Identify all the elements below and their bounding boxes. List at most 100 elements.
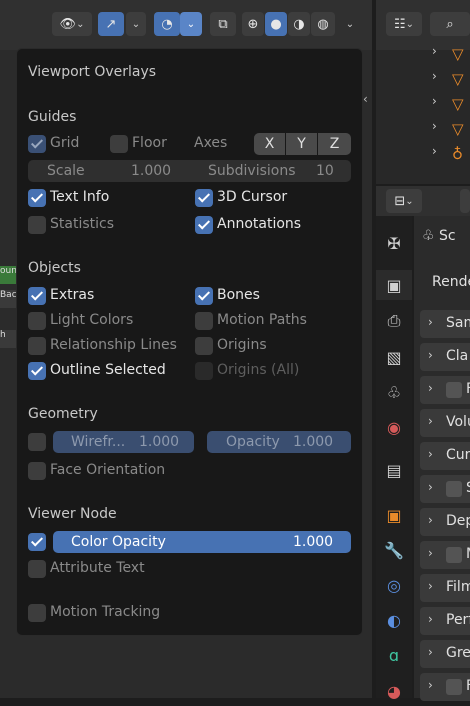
shading-dropdown[interactable]: ⌄ (340, 12, 360, 36)
rendered-shading-button[interactable]: ◍ (311, 12, 335, 36)
outliner-row[interactable]: › ♁ (376, 142, 470, 166)
object-tab-icon[interactable]: ▣ (376, 500, 412, 530)
chevron-right-icon: › (428, 414, 433, 428)
sidebar-toggle-arrow-icon[interactable]: ‹ (363, 92, 368, 106)
physics-tab-icon[interactable]: ◐ (376, 605, 412, 635)
face-orientation-checkbox[interactable] (28, 462, 46, 480)
color-opacity-slider[interactable]: Color Opacity 1.000 (53, 531, 351, 553)
light-colors-checkbox[interactable] (28, 312, 46, 330)
3d-cursor-checkbox[interactable] (195, 189, 213, 207)
panel-header[interactable]: ›Sam (420, 310, 470, 338)
chevron-right-icon: › (428, 612, 433, 626)
chevron-right-icon[interactable]: › (432, 119, 437, 133)
view-layer-tab-icon[interactable]: ▧ (376, 342, 412, 372)
tool-tab-icon[interactable]: ✠ (376, 228, 412, 258)
origins-all-label: Origins (All) (217, 362, 300, 378)
chevron-right-icon[interactable]: › (432, 69, 437, 83)
outliner-row[interactable]: › ▽ (376, 117, 470, 141)
outliner-row[interactable]: › ▽ (376, 42, 470, 66)
world-tab-icon[interactable]: ◉ (376, 412, 412, 442)
scene-tab-icon[interactable]: ♧ (376, 377, 412, 407)
properties-search-field[interactable] (460, 189, 470, 213)
panel-header[interactable]: › Gre (420, 640, 470, 668)
extras-checkbox[interactable] (28, 287, 46, 305)
scene-icon: ♧ (422, 228, 435, 244)
xray-toggle[interactable]: ⧉ (210, 12, 236, 36)
gizmo-toggle[interactable]: ↗ (98, 12, 124, 36)
constraints-tab-icon[interactable]: ɑ (376, 640, 412, 670)
origins-all-checkbox[interactable] (195, 362, 213, 380)
wireframe-shading-button[interactable]: ⊕ (242, 12, 264, 36)
display-mode-dropdown[interactable]: ☷ ⌄ (386, 12, 422, 36)
chevron-right-icon: › (428, 315, 433, 329)
node-fragment-label: Bac (0, 290, 16, 308)
overlays-toggle[interactable]: ◔ (154, 12, 180, 36)
visibility-selectability-button[interactable]: 👁 ⌄ (52, 12, 92, 36)
solid-shading-button[interactable]: ● (265, 12, 287, 36)
panel-header[interactable]: ›S (420, 475, 470, 503)
axis-z-toggle[interactable]: Z (318, 133, 351, 155)
3d-cursor-label: 3D Cursor (217, 189, 288, 205)
motion-paths-checkbox[interactable] (195, 312, 213, 330)
outliner-search-field[interactable]: ⌕ (430, 12, 470, 36)
checkbox[interactable] (446, 679, 462, 695)
overlays-dropdown[interactable]: ⌄ (180, 12, 202, 36)
scale-field[interactable]: Scale 1.000 (28, 160, 188, 182)
object-data-icon: ▽ (452, 95, 464, 113)
gizmo-dropdown[interactable]: ⌄ (126, 12, 146, 36)
bones-checkbox[interactable] (195, 287, 213, 305)
axis-y-toggle[interactable]: Y (286, 133, 317, 155)
eye-icon: 👁 (59, 16, 77, 32)
panel-header[interactable]: ›Perf (420, 607, 470, 635)
data-tab-icon[interactable]: ◕ (376, 676, 412, 706)
attribute-text-checkbox[interactable] (28, 560, 46, 578)
text-info-checkbox[interactable] (28, 189, 46, 207)
statistics-checkbox[interactable] (28, 216, 46, 234)
panel-header[interactable]: ›F (420, 673, 470, 701)
chevron-right-icon[interactable]: › (432, 94, 437, 108)
overlays-icon: ◔ (161, 16, 173, 32)
viewer-attribute-checkbox[interactable] (28, 533, 46, 551)
wireframe-checkbox[interactable] (28, 433, 46, 451)
origins-checkbox[interactable] (195, 337, 213, 355)
panel-header[interactable]: › Dep (420, 508, 470, 536)
outliner-row[interactable]: › ▽ (376, 67, 470, 91)
chevron-right-icon[interactable]: › (432, 144, 437, 158)
checkbox[interactable] (446, 382, 462, 398)
output-tab-icon[interactable]: ⎙ (376, 306, 412, 336)
floor-checkbox[interactable] (110, 135, 128, 153)
panel-header[interactable]: ›Volu (420, 409, 470, 437)
grid-checkbox[interactable] (28, 135, 46, 153)
wireframe-threshold-field[interactable]: Wirefr... 1.000 (53, 431, 194, 453)
render-tab-icon[interactable]: ▣ (376, 270, 412, 300)
modifier-tab-icon[interactable]: 🔧 (376, 535, 412, 565)
chevron-right-icon[interactable]: › (432, 44, 437, 58)
outliner-row[interactable]: › ▽ (376, 92, 470, 116)
editor-type-dropdown[interactable]: ⊟ ⌄ (386, 189, 422, 213)
panel-header[interactable]: › Film (420, 574, 470, 602)
checkbox[interactable] (446, 547, 462, 563)
subdivisions-field[interactable]: Subdivisions 10 (190, 160, 351, 182)
face-orientation-label: Face Orientation (50, 462, 166, 478)
checkbox[interactable] (446, 481, 462, 497)
annotations-label: Annotations (217, 216, 302, 232)
material-shading-button[interactable]: ◑ (288, 12, 310, 36)
light-icon: ♁ (452, 145, 463, 163)
attribute-text-label: Attribute Text (50, 560, 145, 576)
panel-header[interactable]: ›M (420, 541, 470, 569)
section-guides: Guides (28, 109, 77, 125)
render-engine-label: Rende (432, 274, 470, 290)
collection-tab-icon[interactable]: ▤ (376, 455, 412, 485)
motion-tracking-checkbox[interactable] (28, 604, 46, 622)
axis-x-toggle[interactable]: X (254, 133, 285, 155)
wireframe-opacity-field[interactable]: Opacity 1.000 (207, 431, 351, 453)
panel-header[interactable]: ›F (420, 376, 470, 404)
panel-header[interactable]: › Cla (420, 343, 470, 371)
rendered-sphere-icon: ◍ (317, 16, 329, 32)
particles-tab-icon[interactable]: ◎ (376, 570, 412, 600)
chevron-right-icon: › (428, 480, 433, 494)
annotations-checkbox[interactable] (195, 216, 213, 234)
panel-header[interactable]: › Cur (420, 442, 470, 470)
outline-selected-checkbox[interactable] (28, 362, 46, 380)
relationship-lines-checkbox[interactable] (28, 337, 46, 355)
